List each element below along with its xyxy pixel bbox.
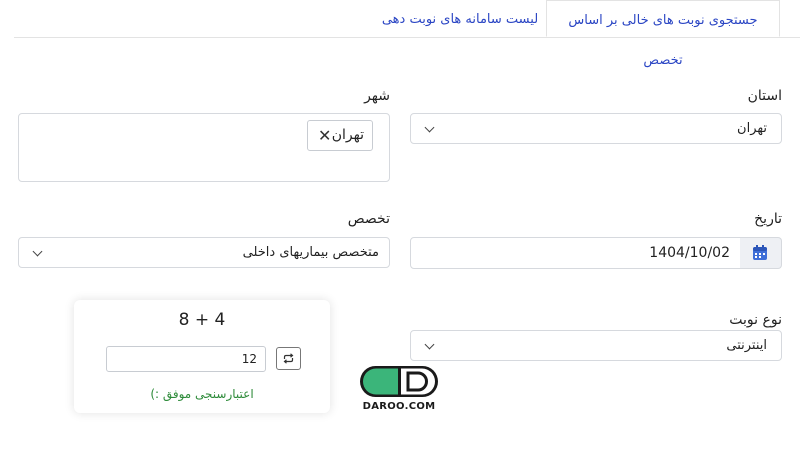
tab-booking-systems-list[interactable]: لیست سامانه های نوبت دهی (380, 0, 540, 37)
province-label: استان (747, 88, 782, 104)
calendar-icon (753, 245, 767, 260)
logo-text: DAROO.COM (362, 401, 436, 412)
chevron-down-icon (424, 339, 435, 350)
date-value: 1404/10/02 (649, 245, 730, 261)
province-value: تهران (737, 121, 767, 136)
city-chip: تهران ✕ (307, 120, 373, 151)
captcha-question: 8 + 4 (178, 310, 226, 330)
chevron-down-icon (424, 122, 435, 133)
chevron-down-icon (32, 246, 43, 257)
capsule-logo-icon (360, 366, 438, 397)
appointment-type-select[interactable]: اینترنتی (410, 330, 782, 361)
date-label: تاریخ (754, 211, 782, 227)
calendar-button[interactable] (740, 237, 782, 269)
city-label: شهر (364, 88, 390, 104)
captcha-success-message: اعتبارسنجی موفق :) (150, 387, 254, 401)
refresh-icon (283, 353, 294, 364)
tab-bar: جستجوی نوبت های خالی بر اساس تخصص لیست س… (0, 0, 800, 68)
captcha-answer-input[interactable] (106, 346, 266, 372)
specialty-value: متخصص بیماریهای داخلی (242, 245, 379, 260)
captcha-card: 8 + 4 اعتبارسنجی موفق :) (74, 300, 330, 413)
specialty-select[interactable]: متخصص بیماریهای داخلی (18, 237, 390, 268)
captcha-refresh-button[interactable] (276, 347, 301, 370)
province-select[interactable]: تهران (410, 113, 782, 144)
tab-search-by-specialty[interactable]: جستجوی نوبت های خالی بر اساس تخصص (546, 0, 780, 68)
close-icon[interactable]: ✕ (318, 127, 331, 145)
appointment-type-value: اینترنتی (726, 338, 767, 353)
appointment-type-label: نوع نوبت (729, 312, 782, 328)
daroo-logo: DAROO.COM (356, 364, 442, 416)
city-chip-label: تهران (331, 127, 364, 143)
date-input[interactable]: 1404/10/02 (410, 237, 741, 269)
specialty-label: تخصص (347, 211, 390, 227)
